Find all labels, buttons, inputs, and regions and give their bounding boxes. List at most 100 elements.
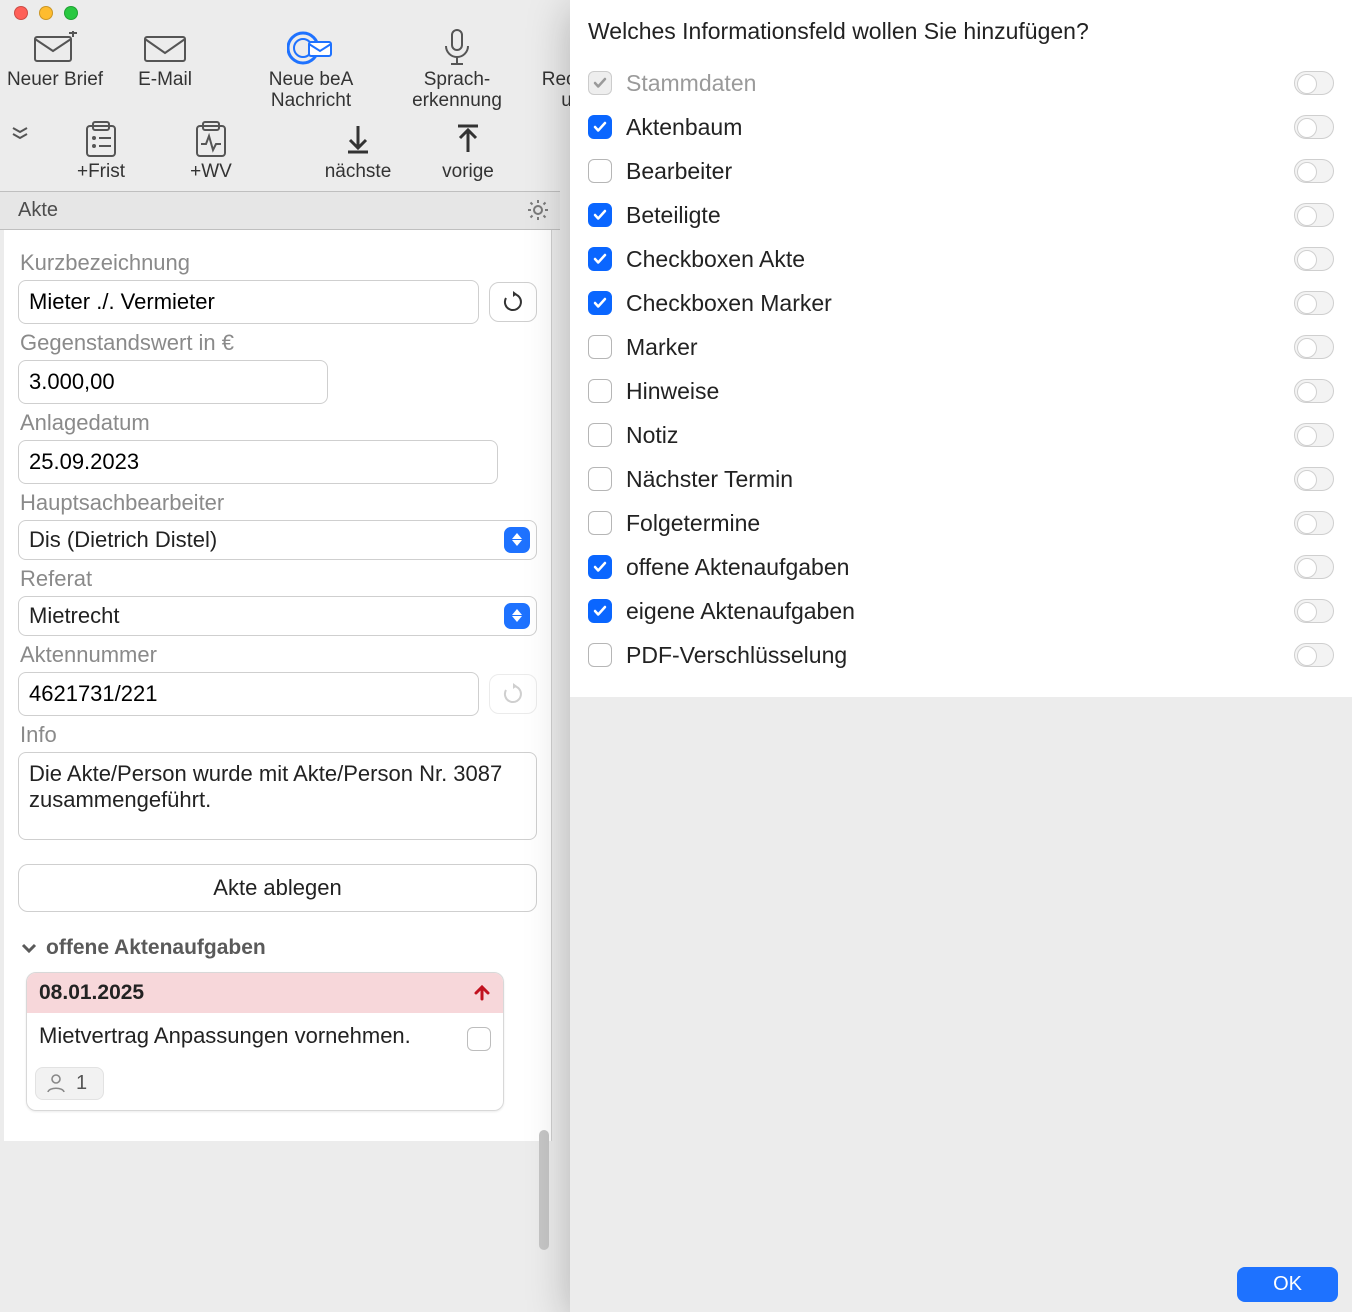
option-label: offene Aktenaufgaben [626, 554, 849, 581]
option-row[interactable]: eigene Aktenaufgaben [588, 589, 1334, 633]
ok-button[interactable]: OK [1237, 1267, 1338, 1302]
scrollbar[interactable] [538, 1130, 550, 1280]
toolbar-vorige[interactable]: vorige [425, 120, 511, 183]
option-toggle[interactable] [1294, 247, 1334, 271]
input-gegenstandswert[interactable] [18, 360, 328, 404]
task-date: 08.01.2025 [39, 981, 144, 1005]
clipboard-pulse-icon [183, 120, 239, 160]
expand-toolbar[interactable] [6, 120, 34, 142]
option-checkbox [588, 71, 612, 95]
toolbar-label: nächste [325, 162, 392, 183]
option-row[interactable]: Nächster Termin [588, 457, 1334, 501]
assignee-chip[interactable]: 1 [35, 1067, 104, 1100]
panel-header: Akte [0, 192, 560, 230]
option-row[interactable]: Beteiligte [588, 193, 1334, 237]
option-label: Hinweise [626, 378, 719, 405]
option-label: Marker [626, 334, 698, 361]
toolbar-sprach[interactable]: Sprach- erkennung [414, 28, 500, 112]
option-checkbox[interactable] [588, 555, 612, 579]
toolbar-email[interactable]: E-Mail [122, 28, 208, 112]
option-toggle[interactable] [1294, 291, 1334, 315]
option-toggle[interactable] [1294, 467, 1334, 491]
option-toggle[interactable] [1294, 379, 1334, 403]
select-referat[interactable]: Mietrecht [18, 596, 537, 636]
close-icon[interactable] [14, 6, 28, 20]
gear-icon[interactable] [526, 198, 550, 222]
task-card[interactable]: 08.01.2025 Mietvertrag Anpassungen vorne… [26, 972, 504, 1111]
toolbar-frist[interactable]: +Frist [58, 120, 144, 183]
option-checkbox[interactable] [588, 203, 612, 227]
option-checkbox[interactable] [588, 159, 612, 183]
option-checkbox[interactable] [588, 599, 612, 623]
option-label: Stammdaten [626, 70, 756, 97]
option-row[interactable]: offene Aktenaufgaben [588, 545, 1334, 589]
toolbar-label: vorige [442, 162, 494, 183]
toolbar-label: Sprach- erkennung [412, 70, 502, 112]
option-toggle[interactable] [1294, 423, 1334, 447]
section-title: offene Aktenaufgaben [46, 936, 266, 960]
task-checkbox[interactable] [467, 1027, 491, 1051]
option-toggle[interactable] [1294, 159, 1334, 183]
toolbar-bea[interactable]: Neue beA Nachricht [268, 28, 354, 112]
select-hauptsachbearbeiter[interactable]: Dis (Dietrich Distel) [18, 520, 537, 560]
label-info: Info [20, 722, 535, 748]
input-aktennummer[interactable] [18, 672, 479, 716]
option-checkbox[interactable] [588, 643, 612, 667]
option-toggle[interactable] [1294, 599, 1334, 623]
person-icon [46, 1073, 66, 1093]
option-row[interactable]: Aktenbaum [588, 105, 1334, 149]
refresh-button[interactable] [489, 282, 537, 322]
option-row[interactable]: PDF-Verschlüsselung [588, 633, 1334, 677]
option-row[interactable]: Folgetermine [588, 501, 1334, 545]
label-aktennummer: Aktennummer [20, 642, 535, 668]
section-toggle[interactable]: offene Aktenaufgaben [20, 936, 537, 960]
option-toggle[interactable] [1294, 335, 1334, 359]
microphone-icon [429, 28, 485, 68]
input-anlagedatum[interactable] [18, 440, 498, 484]
option-checkbox[interactable] [588, 247, 612, 271]
option-label: PDF-Verschlüsselung [626, 642, 847, 669]
option-toggle[interactable] [1294, 643, 1334, 667]
input-kurzbezeichnung[interactable] [18, 280, 479, 324]
option-checkbox[interactable] [588, 423, 612, 447]
arrow-down-icon [330, 120, 386, 160]
option-row[interactable]: Notiz [588, 413, 1334, 457]
option-toggle[interactable] [1294, 511, 1334, 535]
toolbar-naechste[interactable]: nächste [315, 120, 401, 183]
option-row[interactable]: Checkboxen Marker [588, 281, 1334, 325]
option-checkbox[interactable] [588, 335, 612, 359]
option-checkbox[interactable] [588, 467, 612, 491]
option-checkbox[interactable] [588, 379, 612, 403]
priority-up-icon [473, 984, 491, 1002]
envelope-icon [137, 28, 193, 68]
option-row[interactable]: Marker [588, 325, 1334, 369]
option-label: Aktenbaum [626, 114, 742, 141]
chevrons-icon [504, 603, 530, 629]
minimize-icon[interactable] [39, 6, 53, 20]
textarea-info[interactable]: Die Akte/Person wurde mit Akte/Person Nr… [18, 752, 537, 840]
toolbar-neuer-brief[interactable]: Neuer Brief [12, 28, 98, 112]
option-row[interactable]: Hinweise [588, 369, 1334, 413]
option-label: Nächster Termin [626, 466, 793, 493]
chevron-down-icon [20, 939, 38, 957]
select-value: Mietrecht [29, 603, 119, 629]
chevrons-icon [504, 527, 530, 553]
option-toggle[interactable] [1294, 115, 1334, 139]
toolbar-label: Neue beA Nachricht [269, 70, 354, 112]
label-hauptsachbearbeiter: Hauptsachbearbeiter [20, 490, 535, 516]
option-row[interactable]: Bearbeiter [588, 149, 1334, 193]
toolbar-wv[interactable]: +WV [168, 120, 254, 183]
option-checkbox[interactable] [588, 511, 612, 535]
option-toggle[interactable] [1294, 555, 1334, 579]
assignee-count: 1 [76, 1072, 87, 1095]
toolbar-label: +WV [190, 162, 232, 183]
akte-ablegen-button[interactable]: Akte ablegen [18, 864, 537, 912]
toolbar-label: Neuer Brief [7, 70, 103, 91]
zoom-icon[interactable] [64, 6, 78, 20]
option-toggle[interactable] [1294, 203, 1334, 227]
toolbar-label: E-Mail [138, 70, 192, 91]
option-row[interactable]: Checkboxen Akte [588, 237, 1334, 281]
window-controls[interactable] [0, 0, 560, 18]
option-checkbox[interactable] [588, 291, 612, 315]
option-checkbox[interactable] [588, 115, 612, 139]
